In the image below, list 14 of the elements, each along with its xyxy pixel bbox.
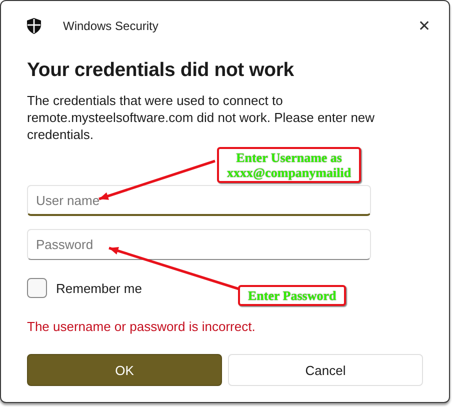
close-button[interactable]: ✕ [414, 13, 435, 39]
annotation-callout: Enter Password [238, 285, 346, 306]
checkbox[interactable] [27, 278, 47, 298]
username-field[interactable]: User name [27, 185, 371, 216]
ok-button[interactable]: OK [27, 354, 222, 386]
window-title: Windows Security [63, 19, 158, 33]
cancel-button[interactable]: Cancel [228, 354, 423, 386]
shield-icon [27, 18, 41, 34]
error-message: The username or password is incorrect. [27, 319, 256, 334]
password-field[interactable]: Password [27, 229, 371, 260]
annotation-callout: Enter Username as xxxx@companymailid [217, 147, 362, 183]
dialog-heading: Your credentials did not work [27, 59, 295, 82]
checkbox-label: Remember me [56, 280, 142, 296]
message-text: The credentials that were used to connect to remote.mysteelsoftware.com did not work. Please enter new credentials. [27, 92, 376, 143]
